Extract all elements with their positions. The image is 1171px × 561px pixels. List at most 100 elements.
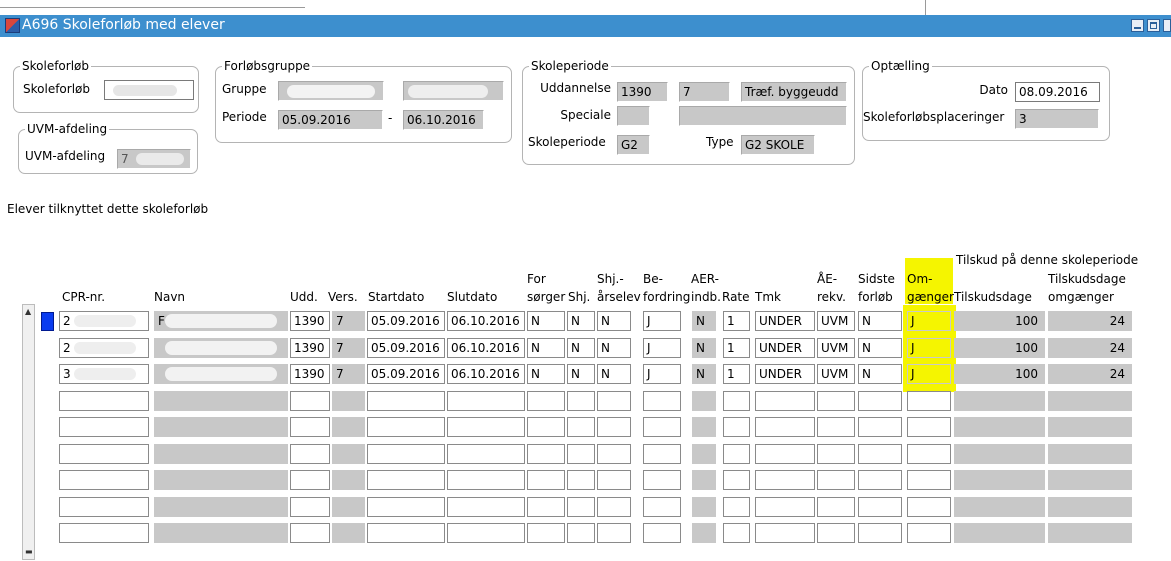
- periode-to-field[interactable]: 06.10.2016: [403, 110, 484, 130]
- cell-rate[interactable]: [723, 523, 750, 543]
- cell-rate[interactable]: [723, 497, 750, 517]
- gruppe-field[interactable]: [278, 81, 384, 101]
- cell-cpr[interactable]: 2: [59, 311, 149, 331]
- cell-omgaenger[interactable]: [907, 497, 951, 517]
- cell-rate[interactable]: [723, 444, 750, 464]
- close-icon[interactable]: [1163, 19, 1171, 32]
- cell-vers[interactable]: [332, 470, 365, 490]
- cell-shj-aarselev[interactable]: [597, 523, 631, 543]
- cell-omgaenger[interactable]: J: [907, 338, 951, 358]
- cell-tilskudsdage-omg[interactable]: 24: [1048, 311, 1132, 331]
- cell-tilskudsdage[interactable]: [954, 391, 1045, 411]
- cell-vers[interactable]: [332, 391, 365, 411]
- cell-startdato[interactable]: 05.09.2016: [367, 311, 445, 331]
- cell-omgaenger[interactable]: [907, 523, 951, 543]
- cell-udd[interactable]: [290, 523, 330, 543]
- scroll-up-icon[interactable]: ▲: [25, 308, 32, 316]
- cell-navn[interactable]: F: [154, 311, 288, 331]
- cell-shj-aarselev[interactable]: N: [597, 338, 631, 358]
- cell-udd[interactable]: 1390: [290, 364, 330, 384]
- cell-cpr[interactable]: [59, 497, 149, 517]
- cell-sidste[interactable]: [858, 444, 902, 464]
- type-field[interactable]: G2 SKOLE: [741, 135, 815, 155]
- cell-shj-aarselev[interactable]: [597, 470, 631, 490]
- scroll-down-icon[interactable]: ▬: [25, 548, 33, 556]
- cell-forsorger[interactable]: [527, 391, 565, 411]
- skoleperiode-field[interactable]: G2: [617, 135, 650, 155]
- cell-startdato[interactable]: 05.09.2016: [367, 338, 445, 358]
- cell-tmk[interactable]: [755, 523, 815, 543]
- cell-navn[interactable]: [154, 497, 288, 517]
- cell-sidste[interactable]: N: [858, 364, 902, 384]
- cell-ae-rekv[interactable]: [817, 470, 855, 490]
- maximize-icon[interactable]: [1147, 19, 1160, 32]
- cell-sidste[interactable]: N: [858, 338, 902, 358]
- cell-tmk[interactable]: [755, 497, 815, 517]
- cell-tmk[interactable]: UNDER: [755, 338, 815, 358]
- cell-aer[interactable]: [692, 497, 716, 517]
- cell-aer[interactable]: [692, 444, 716, 464]
- cell-aer[interactable]: [692, 391, 716, 411]
- cell-vers[interactable]: [332, 417, 365, 437]
- cell-tmk[interactable]: UNDER: [755, 364, 815, 384]
- cell-tmk[interactable]: UNDER: [755, 311, 815, 331]
- cell-shj-aarselev[interactable]: [597, 497, 631, 517]
- cell-ae-rekv[interactable]: [817, 497, 855, 517]
- cell-sidste[interactable]: [858, 523, 902, 543]
- cell-befordring[interactable]: [643, 497, 681, 517]
- cell-shj[interactable]: N: [567, 311, 595, 331]
- placeringer-field[interactable]: 3: [1015, 109, 1099, 129]
- cell-ae-rekv[interactable]: UVM: [817, 338, 855, 358]
- cell-ae-rekv[interactable]: [817, 444, 855, 464]
- cell-vers[interactable]: [332, 444, 365, 464]
- cell-omgaenger[interactable]: J: [907, 364, 951, 384]
- uddannelse-text-field[interactable]: Træf. byggeudd: [741, 82, 847, 102]
- cell-rate[interactable]: 1: [723, 364, 750, 384]
- cell-tilskudsdage[interactable]: [954, 417, 1045, 437]
- cell-shj[interactable]: [567, 523, 595, 543]
- cell-cpr[interactable]: [59, 444, 149, 464]
- cell-startdato[interactable]: [367, 417, 445, 437]
- cell-omgaenger[interactable]: [907, 417, 951, 437]
- cell-aer[interactable]: N: [692, 311, 716, 331]
- cell-tilskudsdage[interactable]: [954, 497, 1045, 517]
- cell-befordring[interactable]: [643, 417, 681, 437]
- cell-startdato[interactable]: [367, 391, 445, 411]
- cell-tilskudsdage[interactable]: [954, 470, 1045, 490]
- cell-tilskudsdage-omg[interactable]: [1048, 444, 1132, 464]
- cell-sidste[interactable]: [858, 417, 902, 437]
- cell-befordring[interactable]: J: [643, 338, 681, 358]
- uddannelse-version-field[interactable]: 7: [679, 82, 730, 102]
- cell-ae-rekv[interactable]: [817, 391, 855, 411]
- cell-aer[interactable]: [692, 417, 716, 437]
- cell-aer[interactable]: [692, 470, 716, 490]
- cell-rate[interactable]: [723, 391, 750, 411]
- cell-cpr[interactable]: 2: [59, 338, 149, 358]
- cell-forsorger[interactable]: N: [527, 311, 565, 331]
- cell-befordring[interactable]: [643, 470, 681, 490]
- cell-vers[interactable]: 7: [332, 311, 365, 331]
- cell-navn[interactable]: [154, 470, 288, 490]
- cell-navn[interactable]: [154, 364, 288, 384]
- cell-tilskudsdage[interactable]: 100: [954, 311, 1045, 331]
- cell-slutdato[interactable]: 06.10.2016: [447, 364, 525, 384]
- cell-rate[interactable]: 1: [723, 311, 750, 331]
- cell-shj-aarselev[interactable]: [597, 444, 631, 464]
- cell-befordring[interactable]: J: [643, 364, 681, 384]
- cell-tilskudsdage-omg[interactable]: [1048, 497, 1132, 517]
- cell-tmk[interactable]: [755, 444, 815, 464]
- cell-slutdato[interactable]: [447, 497, 525, 517]
- cell-cpr[interactable]: [59, 470, 149, 490]
- cell-vers[interactable]: 7: [332, 364, 365, 384]
- cell-udd[interactable]: [290, 391, 330, 411]
- cell-navn[interactable]: [154, 338, 288, 358]
- cell-startdato[interactable]: [367, 497, 445, 517]
- cell-forsorger[interactable]: [527, 470, 565, 490]
- cell-shj-aarselev[interactable]: N: [597, 364, 631, 384]
- dato-field[interactable]: 08.09.2016: [1015, 82, 1100, 102]
- cell-cpr[interactable]: [59, 417, 149, 437]
- cell-slutdato[interactable]: [447, 444, 525, 464]
- cell-vers[interactable]: 7: [332, 338, 365, 358]
- gruppe-field-secondary[interactable]: [403, 81, 504, 101]
- cell-aer[interactable]: N: [692, 364, 716, 384]
